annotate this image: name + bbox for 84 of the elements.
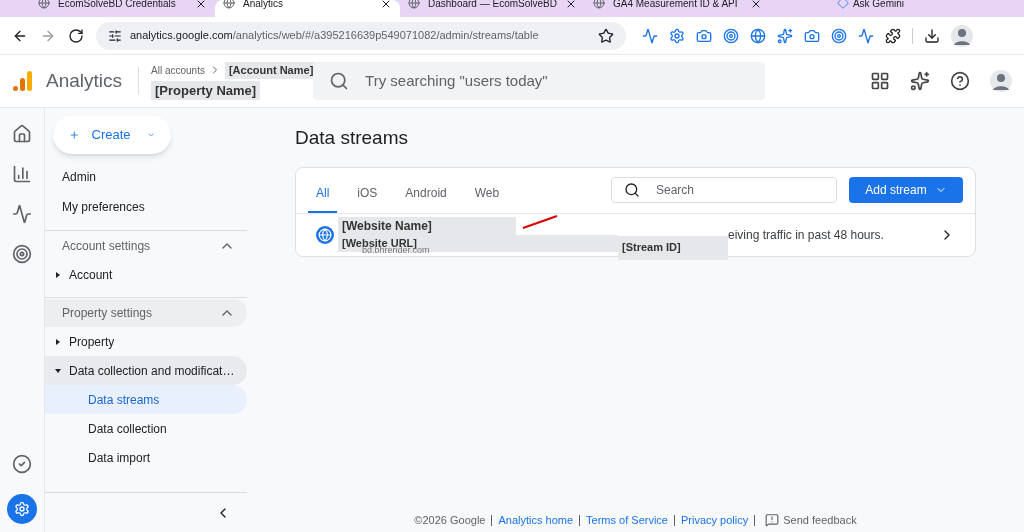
gemini-button[interactable]: Ask Gemini xyxy=(852,0,904,11)
account-avatar[interactable] xyxy=(990,70,1012,92)
filter-tab[interactable]: All xyxy=(308,174,338,213)
sidebar-item[interactable]: Data import xyxy=(45,443,247,472)
sidebar-link[interactable]: Admin xyxy=(45,162,247,192)
search-icon xyxy=(624,182,640,198)
close-icon xyxy=(380,0,392,10)
search-field[interactable]: Search xyxy=(611,177,837,203)
browser-tab[interactable]: Analytics xyxy=(215,0,400,17)
favicon-icon xyxy=(408,0,420,9)
tab-title: GA4 Measurement ID & API xyxy=(613,0,739,11)
insights-icon[interactable] xyxy=(910,71,930,91)
profile-avatar[interactable] xyxy=(951,24,973,47)
favicon-icon xyxy=(38,0,50,9)
website-name: [Website Name] xyxy=(338,217,516,236)
annotation-line xyxy=(522,214,558,229)
explore-icon[interactable] xyxy=(12,204,32,224)
product-name: Analytics xyxy=(46,66,140,96)
extension-icon[interactable] xyxy=(642,27,658,44)
tab-title: EcomSolveBD Credentials xyxy=(58,0,177,11)
caret-icon xyxy=(55,271,61,278)
status-text: eiving traffic in past 48 hours. xyxy=(728,226,884,244)
filter-tab[interactable]: Web xyxy=(466,174,508,213)
favicon-icon xyxy=(223,0,235,9)
breadcrumb-link[interactable]: All accounts xyxy=(151,62,205,78)
sidebar-node[interactable]: Property xyxy=(45,327,247,356)
filter-tab[interactable]: Android xyxy=(397,174,455,213)
extensions-icon[interactable] xyxy=(885,27,901,44)
favicon-icon xyxy=(593,0,605,9)
reload-icon[interactable] xyxy=(68,27,84,44)
reports-icon[interactable] xyxy=(12,164,32,184)
close-icon xyxy=(565,0,577,10)
apps-icon[interactable] xyxy=(870,71,890,91)
extension-icon[interactable] xyxy=(669,27,685,44)
advertising-icon[interactable] xyxy=(12,244,32,264)
analytics-logo xyxy=(12,70,34,92)
copyright-text: ©2026 Google xyxy=(414,512,486,528)
site-info-icon xyxy=(108,28,122,43)
feedback-link[interactable]: Send feedback xyxy=(783,511,857,529)
extension-icon[interactable] xyxy=(858,27,874,44)
footer-link[interactable]: Privacy policy xyxy=(681,511,749,529)
extension-icon[interactable] xyxy=(777,27,793,44)
sidebar-link[interactable]: My preferences xyxy=(45,192,247,222)
add-stream-button[interactable]: Add stream xyxy=(849,177,963,203)
search-icon xyxy=(329,71,350,91)
url-text: analytics.google.com/analytics/web/#/a395216639p549071082/admin/streams/table xyxy=(130,28,540,44)
caret-icon xyxy=(55,367,61,374)
extension-icon[interactable] xyxy=(750,27,766,44)
download-icon[interactable] xyxy=(924,27,940,44)
browser-tab[interactable]: GA4 Measurement ID & API xyxy=(585,0,770,17)
bookmark-icon xyxy=(598,27,614,44)
globe-icon xyxy=(316,225,334,244)
extension-icon[interactable] xyxy=(696,27,712,44)
checklist-icon[interactable] xyxy=(12,454,32,474)
create-button[interactable]: Create xyxy=(53,116,171,154)
stream-id: [Stream ID] xyxy=(618,235,728,260)
filter-tab[interactable]: iOS xyxy=(349,174,386,213)
search-field[interactable]: Try searching "users today" xyxy=(313,62,766,100)
property-selector[interactable]: [Property Name] xyxy=(151,80,261,100)
close-icon xyxy=(750,0,762,10)
extension-icon[interactable] xyxy=(723,27,739,44)
admin-button[interactable] xyxy=(7,494,37,524)
browser-tab[interactable]: EcomSolveBD Credentials xyxy=(30,0,215,17)
browser-tab[interactable]: Dashboard — EcomSolveBD xyxy=(400,0,585,17)
feedback-icon xyxy=(765,513,780,527)
extension-icon[interactable] xyxy=(804,27,820,44)
home-icon[interactable] xyxy=(12,124,32,144)
extension-icon[interactable] xyxy=(831,27,847,44)
caret-icon xyxy=(55,338,61,345)
sidebar-node[interactable]: Account xyxy=(45,260,247,289)
address-bar[interactable]: analytics.google.com/analytics/web/#/a395216639p549071082/admin/streams/table xyxy=(96,21,626,50)
sidebar-item[interactable]: Data collection xyxy=(45,414,247,443)
section-header[interactable]: Property settings xyxy=(45,298,247,327)
page-title: Data streams xyxy=(295,126,409,150)
footer-link[interactable]: Analytics home xyxy=(498,511,574,529)
footer-link[interactable]: Terms of Service xyxy=(586,511,668,529)
close-icon xyxy=(195,0,207,10)
help-icon[interactable] xyxy=(950,71,970,91)
sidebar-node[interactable]: Data collection and modificat… xyxy=(45,356,247,385)
tab-title: Dashboard — EcomSolveBD xyxy=(428,0,557,11)
section-header[interactable]: Account settings xyxy=(45,231,247,260)
sidebar-item[interactable]: Data streams xyxy=(45,385,247,414)
tab-title: Analytics xyxy=(243,0,284,11)
settings-icon xyxy=(14,501,30,517)
